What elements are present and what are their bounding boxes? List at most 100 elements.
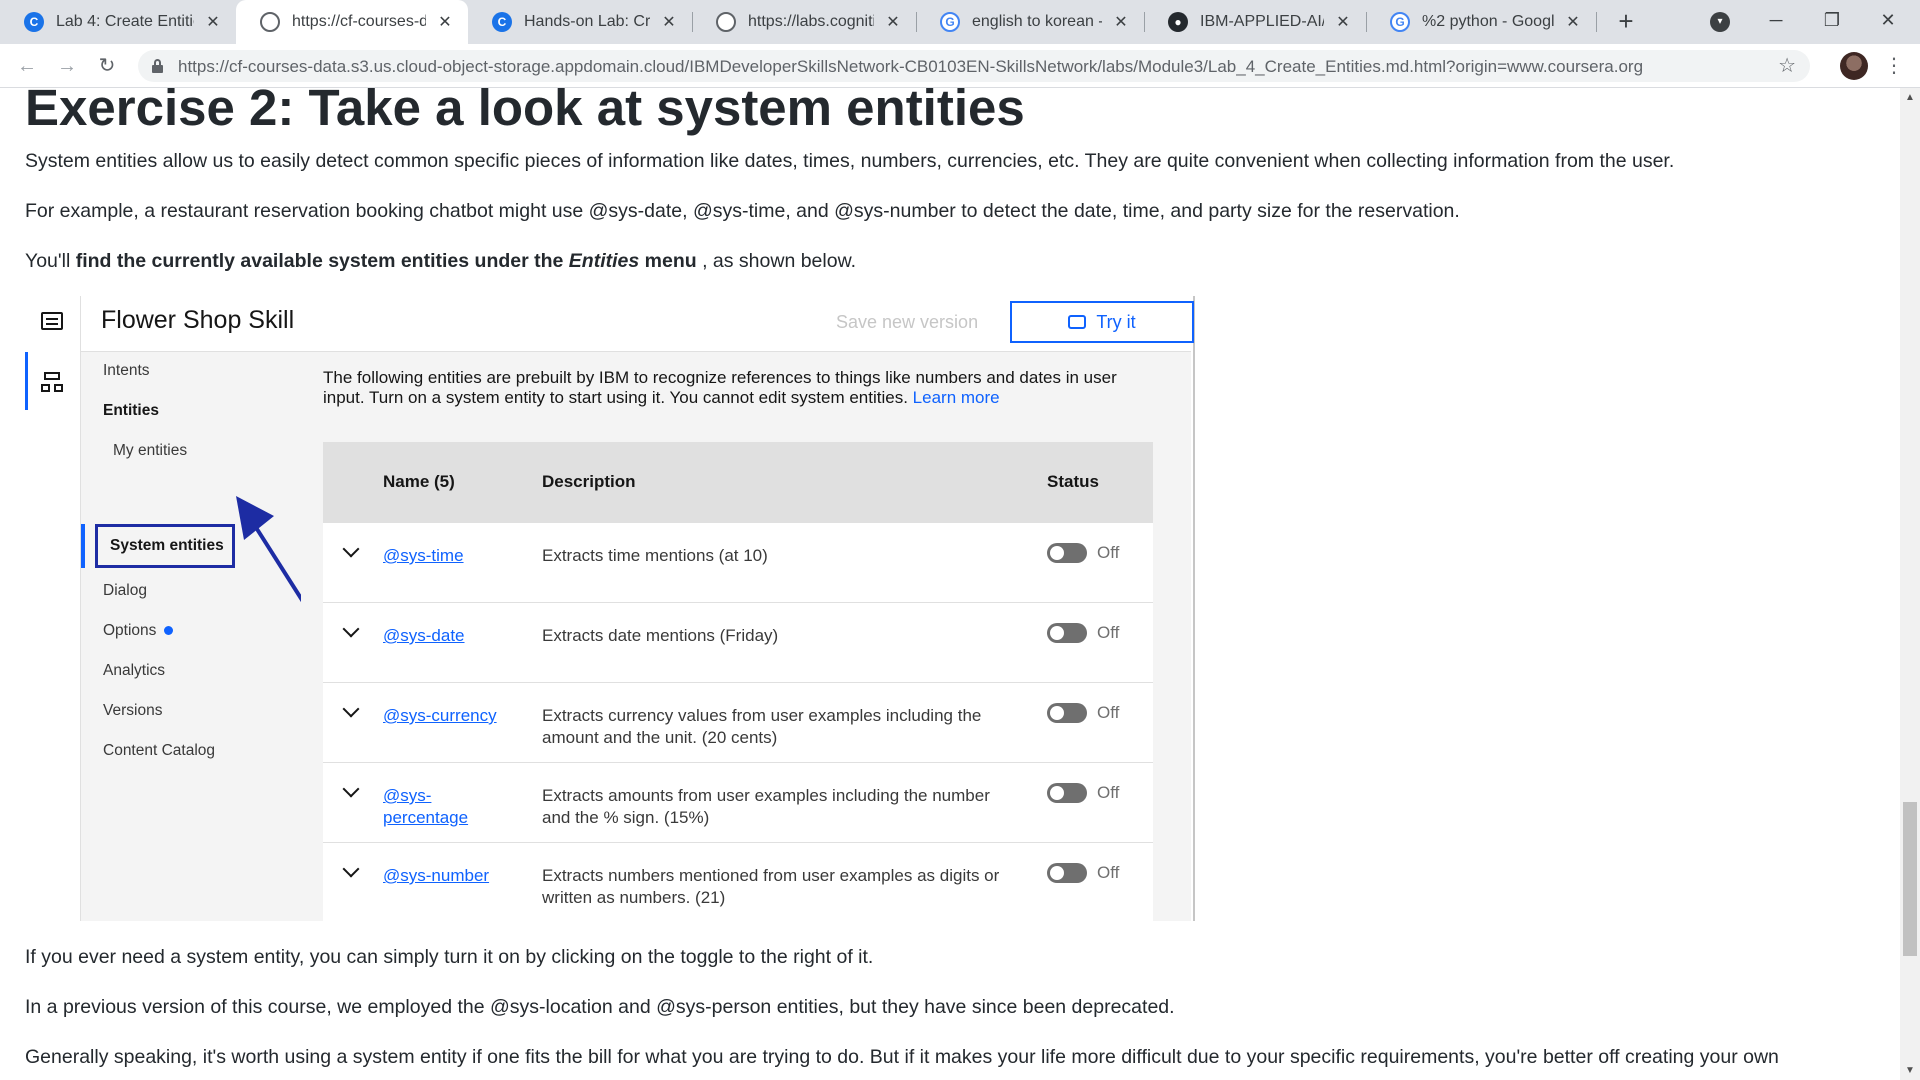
entity-name: @sys-date: [383, 626, 465, 645]
tab-python-google[interactable]: G %2 python - Google ✕: [1366, 0, 1596, 44]
tab-separator: [1596, 12, 1597, 32]
profile-avatar[interactable]: [1840, 52, 1868, 80]
exercise-heading: Exercise 2: Take a look at system entiti…: [25, 88, 1025, 136]
close-icon[interactable]: ✕: [1112, 12, 1130, 32]
chat-icon: [41, 312, 63, 330]
icon-rail: [25, 296, 81, 921]
chat-bubble-icon: [1068, 315, 1087, 329]
tab-hands-on-lab[interactable]: C Hands-on Lab: Creati ✕: [468, 0, 692, 44]
entity-toggle: [1047, 783, 1087, 803]
entity-name: @sys-percentage: [383, 786, 469, 827]
tab-labs-cognitive[interactable]: https://labs.cognitive ✕: [692, 0, 916, 44]
google-icon: G: [1390, 12, 1410, 32]
chevron-down-icon: [342, 780, 360, 798]
notification-dot-icon: [164, 626, 174, 636]
scroll-up-arrow-icon[interactable]: ▲: [1905, 92, 1915, 103]
lock-icon[interactable]: [152, 59, 163, 73]
page-scrollbar[interactable]: ▲ ▼: [1900, 88, 1920, 1080]
table-row: @sys-number Extracts numbers mentioned f…: [323, 842, 1153, 922]
entity-toggle: [1047, 623, 1087, 643]
skill-sidebar: Intents Entities My entities System enti…: [81, 352, 301, 921]
chevron-down-icon: [342, 700, 360, 718]
entity-status: Off: [1097, 863, 1120, 882]
entity-name: @sys-number: [383, 866, 490, 885]
save-new-version-label: Save new version: [836, 312, 979, 332]
text-bold: menu: [639, 250, 697, 272]
globe-icon: [260, 12, 280, 32]
text-fragment: , as shown below.: [696, 250, 856, 272]
tab-lab4[interactable]: C Lab 4: Create Entities ✕: [0, 0, 236, 44]
paragraph-guidance: Generally speaking, it's worth using a s…: [25, 1046, 1779, 1068]
entity-description: Extracts numbers mentioned from user exa…: [542, 866, 1000, 907]
try-it-label: Try it: [1096, 311, 1136, 332]
entity-toggle: [1047, 543, 1087, 563]
entity-status: Off: [1097, 623, 1120, 642]
back-button[interactable]: ←: [12, 52, 42, 82]
minimize-button[interactable]: ─: [1756, 4, 1796, 36]
paragraph-toggle-hint: If you ever need a system entity, you ca…: [25, 946, 874, 968]
scroll-down-arrow-icon[interactable]: ▼: [1905, 1065, 1915, 1076]
scrollbar-thumb[interactable]: [1903, 802, 1917, 956]
options-label: Options: [103, 622, 157, 639]
learn-more-link: Learn more: [912, 388, 1000, 407]
rail-active-indicator: [25, 352, 28, 410]
entity-toggle: [1047, 703, 1087, 723]
maximize-button[interactable]: ❐: [1812, 4, 1852, 36]
sidebar-item-analytics: Analytics: [103, 662, 166, 679]
close-icon[interactable]: ✕: [884, 12, 902, 32]
sidebar-item-versions: Versions: [103, 702, 163, 719]
entity-name: @sys-time: [383, 546, 464, 565]
tab-title: Lab 4: Create Entities: [56, 13, 194, 30]
close-icon[interactable]: ✕: [436, 12, 454, 32]
tab-search-icon[interactable]: ▾: [1710, 12, 1730, 32]
paragraph-find-entities: You'll find the currently available syst…: [25, 250, 856, 273]
url-text[interactable]: https://cf-courses-data.s3.us.cloud-obje…: [178, 57, 1643, 77]
bookmark-star-icon[interactable]: ☆: [1778, 53, 1796, 78]
page-viewport: Exercise 2: Take a look at system entiti…: [0, 88, 1900, 1080]
close-icon[interactable]: ✕: [660, 12, 678, 32]
entity-name: @sys-currency: [383, 706, 497, 725]
entity-status: Off: [1097, 543, 1120, 562]
sidebar-item-dialog: Dialog: [103, 582, 147, 599]
entity-description: Extracts date mentions (Friday): [542, 626, 779, 645]
tab-english-korean[interactable]: G english to korean - G ✕: [916, 0, 1144, 44]
entity-status: Off: [1097, 783, 1120, 802]
entity-description: Extracts amounts from user examples incl…: [542, 786, 990, 827]
entity-description: Extracts currency values from user examp…: [542, 706, 982, 747]
address-bar[interactable]: https://cf-courses-data.s3.us.cloud-obje…: [138, 50, 1810, 82]
tab-title: https://labs.cognitive: [748, 13, 874, 30]
text-fragment: You'll: [25, 250, 76, 272]
github-icon: ●: [1168, 12, 1188, 32]
close-window-button[interactable]: ✕: [1868, 4, 1908, 36]
close-icon[interactable]: ✕: [1334, 12, 1352, 32]
system-entities-panel: The following entities are prebuilt by I…: [301, 352, 1191, 922]
try-it-button: Try it: [1010, 301, 1194, 343]
sidebar-item-content-catalog: Content Catalog: [103, 742, 216, 759]
sidebar-item-options: Options: [103, 622, 174, 640]
google-icon: G: [940, 12, 960, 32]
tab-title: english to korean - G: [972, 13, 1102, 30]
skills-tree-icon: [41, 372, 63, 394]
table-row: @sys-percentage Extracts amounts from us…: [323, 762, 1153, 842]
reload-button[interactable]: ↻: [92, 52, 122, 82]
skill-header: Flower Shop Skill Save new version Try i…: [81, 296, 1194, 352]
text-bold: find the currently available system enti…: [75, 250, 569, 272]
entity-toggle: [1047, 863, 1087, 883]
tab-github[interactable]: ● IBM-APPLIED-AI/Buil ✕: [1144, 0, 1366, 44]
tab-title: %2 python - Google: [1422, 13, 1554, 30]
table-row: @sys-currency Extracts currency values f…: [323, 682, 1153, 762]
browser-menu-icon[interactable]: ⋮: [1884, 52, 1904, 80]
forward-button[interactable]: →: [52, 52, 82, 82]
coursera-icon: C: [492, 12, 512, 32]
close-icon[interactable]: ✕: [204, 12, 222, 32]
system-entities-table: Name (5) Description Status @sys-time Ex…: [323, 442, 1153, 922]
sidebar-item-entities: Entities: [103, 402, 159, 419]
table-row: @sys-date Extracts date mentions (Friday…: [323, 602, 1153, 682]
entity-status: Off: [1097, 703, 1120, 722]
coursera-icon: C: [24, 12, 44, 32]
column-status: Status: [1047, 472, 1099, 491]
new-tab-button[interactable]: +: [1610, 6, 1642, 38]
chevron-down-icon: [342, 620, 360, 638]
close-icon[interactable]: ✕: [1564, 12, 1582, 32]
tab-cf-courses[interactable]: https://cf-courses-data ✕: [236, 0, 468, 44]
